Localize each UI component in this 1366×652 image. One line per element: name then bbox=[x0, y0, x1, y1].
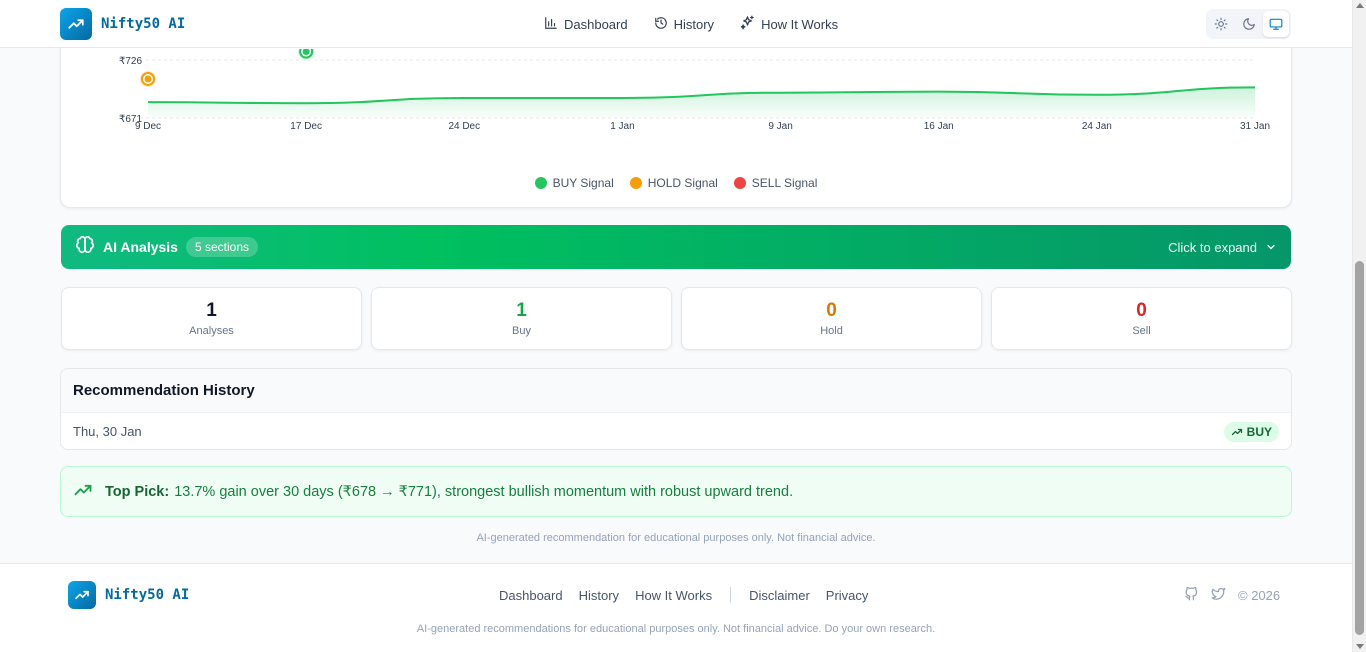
top-pick-text: 13.7% gain over 30 days (₹678 → ₹771), s… bbox=[174, 483, 794, 500]
ai-sections-badge: 5 sections bbox=[185, 237, 258, 257]
history-row-date: Thu, 30 Jan bbox=[73, 424, 142, 439]
legend-hold-dot bbox=[629, 177, 642, 189]
footer-link-history[interactable]: History bbox=[579, 588, 619, 603]
y-tick-label: ₹726 bbox=[119, 56, 142, 67]
footer-links: Dashboard History How It Works Disclaime… bbox=[499, 587, 868, 603]
nav-how-it-works[interactable]: How It Works bbox=[740, 15, 838, 33]
legend-buy-label: BUY Signal bbox=[552, 176, 614, 190]
trending-up-logo-icon bbox=[60, 8, 92, 40]
signal-badge-label: BUY bbox=[1246, 424, 1272, 439]
price-chart: ₹726₹6719 Dec 17 Dec 24 Dec 1 Jan 9 Jan 16 Ja… bbox=[119, 49, 1270, 132]
ai-expand-hint: Click to expand bbox=[1168, 240, 1277, 255]
signal-marker-buy bbox=[298, 49, 315, 60]
footer-brand-name: Nifty50 AI bbox=[105, 587, 190, 603]
ai-analysis-toggle[interactable]: AI Analysis 5 sections Click to expand bbox=[61, 225, 1291, 269]
stat-analyses-label: Analyses bbox=[189, 325, 234, 337]
chart-legend: BUY Signal HOLD Signal SELL Signal bbox=[61, 176, 1291, 190]
twitter-icon[interactable] bbox=[1211, 586, 1226, 604]
stat-analyses: 1 Analyses bbox=[61, 287, 362, 350]
footer-link-privacy[interactable]: Privacy bbox=[826, 588, 869, 603]
history-icon bbox=[654, 16, 668, 33]
legend-sell-label: SELL Signal bbox=[751, 176, 818, 190]
stat-hold: 0 Hold bbox=[681, 287, 982, 350]
legend-sell-dot bbox=[733, 177, 746, 189]
github-icon[interactable] bbox=[1184, 586, 1199, 604]
footer-copyright: © 2026 bbox=[1238, 587, 1281, 603]
ai-analysis-title: AI Analysis bbox=[103, 239, 178, 255]
legend-buy-dot bbox=[534, 177, 547, 189]
nav-how-it-works-label: How It Works bbox=[761, 16, 839, 32]
bar-chart-icon bbox=[544, 16, 558, 33]
x-tick-label: 17 Dec bbox=[290, 121, 322, 132]
stat-buy-label: Buy bbox=[512, 325, 531, 337]
footer-brand-link[interactable]: Nifty50 AI bbox=[68, 581, 189, 609]
nav-dashboard[interactable]: Dashboard bbox=[544, 15, 628, 33]
main-nav: Dashboard History How It Works bbox=[544, 15, 838, 33]
signal-dot bbox=[144, 75, 152, 83]
legend-hold-label: HOLD Signal bbox=[647, 176, 718, 190]
trending-up-logo-icon bbox=[68, 581, 96, 609]
top-pick-label: Top Pick: bbox=[105, 483, 170, 500]
ai-expand-label: Click to expand bbox=[1168, 239, 1257, 255]
scroll-up-arrow-icon[interactable] bbox=[1356, 3, 1364, 8]
theme-dark-button[interactable] bbox=[1236, 11, 1262, 37]
theme-toggle bbox=[1206, 9, 1291, 39]
signal-marker-hold bbox=[140, 70, 156, 87]
footer-right: © 2026 bbox=[1184, 586, 1280, 604]
monitor-icon bbox=[1269, 18, 1283, 30]
moon-icon bbox=[1242, 18, 1255, 30]
footer-link-how-it-works[interactable]: How It Works bbox=[635, 588, 712, 603]
stat-analyses-value: 1 bbox=[206, 300, 217, 321]
nav-dashboard-label: Dashboard bbox=[564, 16, 628, 32]
top-navbar: Nifty50 AI Dashboard History How It Work… bbox=[0, 0, 1352, 48]
footer-disclaimer: AI-generated recommendations for educati… bbox=[416, 623, 936, 635]
scroll-thumb[interactable] bbox=[1355, 261, 1364, 635]
brand-logo-link[interactable]: Nifty50 AI bbox=[60, 8, 185, 40]
scroll-down-arrow-icon[interactable] bbox=[1356, 644, 1364, 649]
x-tick-label: 9 Jan bbox=[768, 121, 792, 132]
stat-sell-value: 0 bbox=[1136, 300, 1147, 321]
footer-link-disclaimer[interactable]: Disclaimer bbox=[749, 588, 810, 603]
history-row[interactable]: Thu, 30 Jan BUY bbox=[61, 413, 1291, 449]
stat-buy: 1 Buy bbox=[371, 287, 672, 350]
brand-name: Nifty50 AI bbox=[101, 16, 186, 32]
nav-history-label: History bbox=[673, 16, 715, 32]
page-disclaimer: AI-generated recommendation for educatio… bbox=[476, 532, 876, 544]
stat-hold-value: 0 bbox=[826, 300, 837, 321]
x-tick-label: 16 Jan bbox=[924, 121, 954, 132]
sun-icon bbox=[1214, 17, 1228, 31]
stat-buy-value: 1 bbox=[516, 300, 527, 321]
legend-sell: SELL Signal bbox=[733, 176, 818, 190]
page-scrollbar[interactable] bbox=[1352, 0, 1366, 652]
x-tick-label: 31 Jan bbox=[1240, 121, 1270, 132]
history-title: Recommendation History bbox=[61, 369, 1291, 413]
theme-system-button[interactable] bbox=[1263, 11, 1290, 37]
theme-light-button[interactable] bbox=[1208, 11, 1234, 37]
legend-buy: BUY Signal bbox=[534, 176, 614, 190]
chevron-down-icon bbox=[1267, 244, 1275, 250]
legend-hold: HOLD Signal bbox=[629, 176, 718, 190]
stat-sell: 0 Sell bbox=[991, 287, 1292, 350]
trending-up-icon bbox=[73, 480, 93, 504]
x-tick-label: 1 Jan bbox=[610, 121, 634, 132]
footer: Nifty50 AI Dashboard History How It Work… bbox=[0, 563, 1352, 652]
footer-link-dashboard[interactable]: Dashboard bbox=[499, 588, 563, 603]
brain-icon bbox=[75, 235, 95, 260]
footer-divider bbox=[730, 587, 732, 603]
signal-badge: BUY bbox=[1223, 421, 1279, 442]
x-tick-label: 24 Jan bbox=[1082, 121, 1112, 132]
nav-history[interactable]: History bbox=[654, 15, 714, 33]
trending-up-icon bbox=[1231, 428, 1242, 435]
price-chart-card: ₹726 ₹671 9 Dec 17 Dec 24 Dec 1 Jan 9 Jan 16 Ja… bbox=[60, 20, 1292, 208]
stat-hold-label: Hold bbox=[820, 325, 843, 337]
x-tick-label: 9 Dec bbox=[135, 121, 161, 132]
stat-sell-label: Sell bbox=[1132, 325, 1151, 337]
x-tick-label: 24 Dec bbox=[448, 121, 480, 132]
sparkles-icon bbox=[740, 15, 755, 33]
recommendation-history: Recommendation History Thu, 30 Jan BUY bbox=[60, 368, 1292, 450]
top-pick-callout: Top Pick: 13.7% gain over 30 days (₹678 … bbox=[60, 466, 1292, 517]
